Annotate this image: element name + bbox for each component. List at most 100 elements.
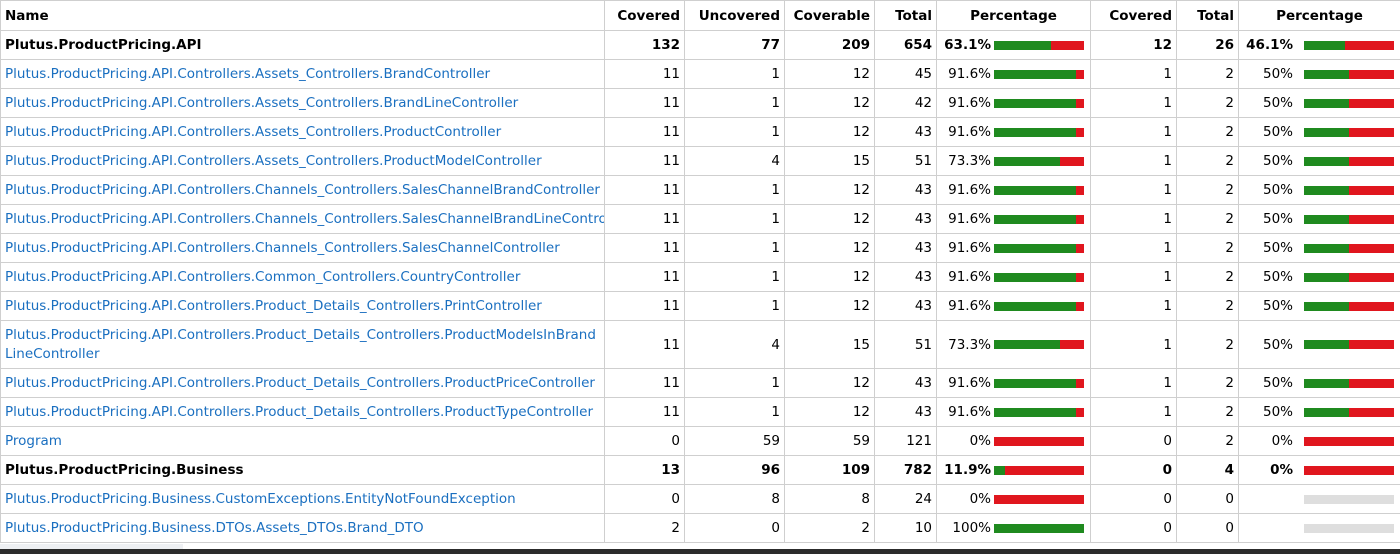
branch-coverage-bar [1304, 407, 1394, 417]
branch-covered-cell: 12 [1090, 30, 1177, 60]
branch-coverage-bar [1304, 156, 1394, 166]
branch-covered-cell: 1 [1090, 233, 1177, 263]
branch-covered-cell: 1 [1090, 117, 1177, 147]
branch-percentage-cell: 50% [1238, 204, 1400, 234]
branch-covered-cell: 0 [1090, 513, 1177, 543]
uncovered-cell: 1 [684, 59, 785, 89]
branch-percentage-value: 0% [1270, 462, 1293, 478]
uncovered-fill [1349, 243, 1394, 253]
uncovered-fill [1050, 40, 1084, 50]
col-header-coverable[interactable]: Coverable [784, 0, 875, 31]
assembly-name: Plutus.ProductPricing.API [0, 30, 605, 60]
uncovered-fill [1076, 185, 1084, 195]
col-header-total[interactable]: Total [874, 0, 937, 31]
coverage-bar [994, 378, 1084, 388]
branch-percentage-cell: 50% [1238, 291, 1400, 321]
class-row: Plutus.ProductPricing.Business.CustomExc… [0, 484, 1400, 514]
coverage-bar [994, 185, 1084, 195]
covered-fill [1304, 340, 1349, 349]
class-link[interactable]: Plutus.ProductPricing.API.Controllers.As… [0, 88, 605, 118]
percentage-cell: 63.1% [936, 30, 1091, 60]
col-header-covered[interactable]: Covered [604, 0, 685, 31]
percentage-value: 91.6% [948, 95, 991, 111]
branch-total-cell: 2 [1176, 117, 1239, 147]
total-cell: 43 [874, 262, 937, 292]
class-link[interactable]: Plutus.ProductPricing.API.Controllers.Pr… [0, 368, 605, 398]
percentage-cell: 73.3% [936, 320, 1091, 369]
covered-fill [994, 272, 1077, 282]
class-row: Plutus.ProductPricing.Business.DTOs.Asse… [0, 513, 1400, 543]
uncovered-fill [1349, 185, 1394, 195]
branch-percentage-cell: 50% [1238, 368, 1400, 398]
coverage-bar [994, 272, 1084, 282]
coverable-cell: 2 [784, 513, 875, 543]
class-link[interactable]: Plutus.ProductPricing.API.Controllers.Ch… [0, 233, 605, 263]
branch-percentage-cell: 50% [1238, 59, 1400, 89]
coverable-cell: 12 [784, 175, 875, 205]
class-row: Plutus.ProductPricing.API.Controllers.Pr… [0, 320, 1400, 369]
branch-percentage-value: 50% [1262, 336, 1293, 353]
class-link[interactable]: Plutus.ProductPricing.API.Controllers.As… [0, 146, 605, 176]
branch-percentage-value: 50% [1262, 66, 1293, 82]
percentage-value: 0% [969, 433, 991, 449]
class-row: Plutus.ProductPricing.API.Controllers.As… [0, 146, 1400, 176]
col-header-uncovered[interactable]: Uncovered [684, 0, 785, 31]
total-cell: 43 [874, 368, 937, 398]
class-row: Plutus.ProductPricing.API.Controllers.Ch… [0, 175, 1400, 205]
coverable-cell: 12 [784, 291, 875, 321]
branch-total-cell: 2 [1176, 397, 1239, 427]
class-row: Plutus.ProductPricing.API.Controllers.Pr… [0, 291, 1400, 321]
covered-fill [994, 40, 1051, 50]
total-cell: 24 [874, 484, 937, 514]
branch-covered-cell: 1 [1090, 204, 1177, 234]
col-header-name[interactable]: Name [0, 0, 605, 31]
covered-cell: 11 [604, 397, 685, 427]
percentage-cell: 91.6% [936, 233, 1091, 263]
uncovered-cell: 96 [684, 455, 785, 485]
covered-fill [994, 407, 1077, 417]
class-link[interactable]: Plutus.ProductPricing.API.Controllers.Co… [0, 262, 605, 292]
class-link[interactable]: Program [0, 426, 605, 456]
class-link[interactable]: Plutus.ProductPricing.API.Controllers.Pr… [0, 320, 605, 369]
covered-cell: 11 [604, 117, 685, 147]
branch-coverage-bar [1304, 272, 1394, 282]
covered-fill [994, 69, 1077, 79]
col-header-branch-percentage[interactable]: Percentage [1238, 0, 1400, 31]
col-header-branch-covered[interactable]: Covered [1090, 0, 1177, 31]
covered-cell: 2 [604, 513, 685, 543]
class-link[interactable]: Plutus.ProductPricing.API.Controllers.Ch… [0, 175, 605, 205]
covered-fill [994, 185, 1077, 195]
class-row: Plutus.ProductPricing.API.Controllers.Ch… [0, 204, 1400, 234]
uncovered-cell: 77 [684, 30, 785, 60]
class-link[interactable]: Plutus.ProductPricing.Business.CustomExc… [0, 484, 605, 514]
total-cell: 45 [874, 59, 937, 89]
class-link[interactable]: Plutus.ProductPricing.API.Controllers.Ch… [0, 204, 605, 234]
branch-covered-cell: 0 [1090, 455, 1177, 485]
branch-percentage-cell: 0% [1238, 455, 1400, 485]
coverage-bar [994, 243, 1084, 253]
covered-fill [1304, 243, 1349, 253]
uncovered-fill [1349, 272, 1394, 282]
class-link[interactable]: Plutus.ProductPricing.API.Controllers.As… [0, 59, 605, 89]
branch-percentage-value: 50% [1262, 269, 1293, 285]
assembly-row: Plutus.ProductPricing.API 132 77 209 654 63.1… [0, 30, 1400, 60]
covered-fill [1304, 214, 1349, 224]
coverable-cell: 59 [784, 426, 875, 456]
covered-fill [994, 523, 1084, 533]
class-link[interactable]: Plutus.ProductPricing.API.Controllers.Pr… [0, 397, 605, 427]
branch-coverage-bar [1304, 340, 1394, 349]
header-row: Name Covered Uncovered Coverable Total P… [0, 0, 1400, 31]
class-link[interactable]: Plutus.ProductPricing.API.Controllers.As… [0, 117, 605, 147]
uncovered-fill [1349, 378, 1394, 388]
class-row: Plutus.ProductPricing.API.Controllers.As… [0, 117, 1400, 147]
covered-fill [1304, 69, 1349, 79]
branch-covered-cell: 1 [1090, 146, 1177, 176]
class-link[interactable]: Plutus.ProductPricing.API.Controllers.Pr… [0, 291, 605, 321]
branch-coverage-bar [1304, 465, 1394, 475]
class-link[interactable]: Plutus.ProductPricing.Business.DTOs.Asse… [0, 513, 605, 543]
col-header-branch-total[interactable]: Total [1176, 0, 1239, 31]
percentage-value: 100% [952, 520, 991, 536]
percentage-cell: 91.6% [936, 88, 1091, 118]
col-header-percentage[interactable]: Percentage [936, 0, 1091, 31]
branch-total-cell: 2 [1176, 368, 1239, 398]
